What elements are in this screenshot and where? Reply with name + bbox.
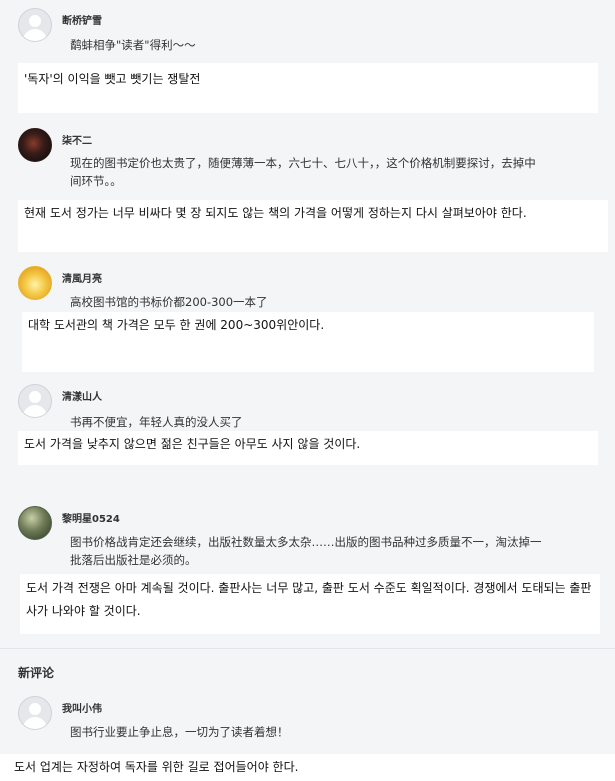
comment-username[interactable]: 断桥铲雪 [62, 12, 102, 27]
comment-translation: 도서 가격 전쟁은 아마 계속될 것이다. 출판사는 너무 많고, 출판 도서 … [20, 574, 600, 634]
user-photo-avatar[interactable] [18, 128, 52, 162]
comment-item: 黎明星0524 图书价格战肯定还会继续，出版社数量太多太杂……出版的图书品种过多… [0, 500, 615, 640]
comment-item: 柒不二 现在的图书定价也太贵了，随便薄薄一本，六七十、七八十，，这个价格机制要探… [0, 120, 615, 260]
divider [0, 648, 615, 649]
comment-username[interactable]: 清風月亮 [62, 270, 102, 285]
comment-translation: 도서 업계는 자정하여 독자를 위한 길로 접어들어야 한다. [0, 754, 615, 781]
comment-username[interactable]: 清漾山人 [62, 388, 102, 403]
comment-username[interactable]: 黎明星0524 [62, 510, 120, 525]
user-photo-avatar[interactable] [18, 266, 52, 300]
comment-translation: 현재 도서 정가는 너무 비싸다 몇 장 되지도 않는 책의 가격을 어떻게 정… [18, 200, 608, 252]
comment-text: 书再不便宜，年轻人真的没人买了 [70, 415, 243, 429]
comment-item: 我叫小伟 图书行业要止争止息，一切为了读者着想！ 도서 업계는 자정하여 독자를… [0, 690, 615, 781]
comment-item: 清漾山人 书再不便宜，年轻人真的没人买了 도서 가격을 낮추지 않으면 젊은 친… [0, 378, 615, 496]
new-comments-title: 新评论 [18, 666, 55, 680]
default-avatar-icon[interactable] [18, 384, 52, 418]
comment-text: 鹬蚌相争"读者"得利～～ [70, 38, 196, 52]
default-avatar-icon[interactable] [18, 696, 52, 730]
comment-text: 图书价格战肯定还会继续，出版社数量太多太杂……出版的图书品种过多质量不一，淘汰掉… [70, 535, 542, 567]
comment-text: 图书行业要止争止息，一切为了读者着想！ [70, 725, 289, 739]
comment-text: 现在的图书定价也太贵了，随便薄薄一本，六七十、七八十，，这个价格机制要探讨，去掉… [70, 156, 536, 188]
user-photo-avatar[interactable] [18, 506, 52, 540]
comment-translation: 도서 가격을 낮추지 않으면 젊은 친구들은 아무도 사지 않을 것이다. [18, 431, 598, 465]
comment-translation: '독자'의 이익을 뺏고 뺏기는 쟁탈전 [18, 63, 598, 113]
comment-item: 清風月亮 高校图书馆的书标价都200-300一本了 대학 도서관의 책 가격은 … [0, 260, 615, 378]
comment-username[interactable]: 我叫小伟 [62, 700, 102, 715]
comment-username[interactable]: 柒不二 [62, 132, 92, 147]
comment-item: 断桥铲雪 鹬蚌相争"读者"得利～～ '독자'의 이익을 뺏고 뺏기는 쟁탈전 [0, 0, 615, 120]
comment-translation: 대학 도서관의 책 가격은 모두 한 권에 200~300위안이다. [22, 312, 594, 372]
comment-text: 高校图书馆的书标价都200-300一本了 [70, 295, 268, 309]
default-avatar-icon[interactable] [18, 8, 52, 42]
